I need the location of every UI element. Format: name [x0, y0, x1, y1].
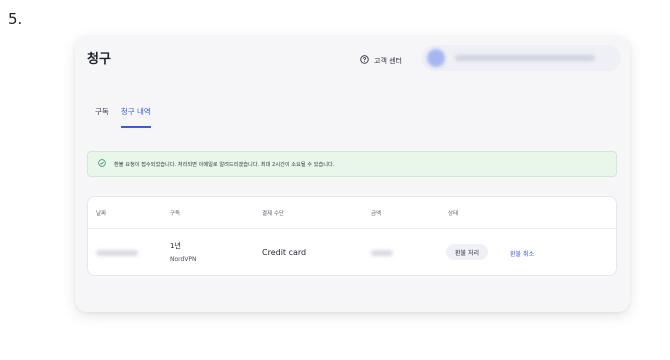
step-number: 5.	[8, 10, 23, 28]
account-menu[interactable]	[421, 45, 621, 71]
date-redacted	[96, 250, 138, 256]
check-circle-icon	[98, 159, 106, 169]
cancel-refund-link[interactable]: 환불 취소	[510, 249, 534, 258]
billing-table: 날짜 구독 결제 수단 금액 상태 1년 NordVPN Credit card…	[87, 196, 617, 276]
tab-subscription[interactable]: 구독	[95, 106, 109, 128]
avatar	[427, 49, 445, 67]
column-amount: 금액	[371, 211, 382, 217]
column-subscription: 구독	[170, 211, 181, 217]
refund-success-alert: 환불 요청이 접수되었습니다. 처리되면 이메일로 알려드리겠습니다. 최대 2…	[87, 151, 617, 177]
subscription-plan: NordVPN	[170, 256, 197, 263]
table-header: 날짜 구독 결제 수단 금액 상태	[88, 197, 616, 229]
table-row: 1년 NordVPN Credit card 환불 처리 환불 취소	[88, 229, 616, 277]
account-email-redacted	[455, 55, 595, 61]
status-badge: 환불 처리	[446, 244, 488, 260]
column-payment-method: 결제 수단	[262, 211, 284, 217]
tab-bar: 구독 청구 내역	[95, 106, 151, 128]
help-icon	[360, 55, 369, 66]
subscription-term: 1년	[170, 242, 181, 250]
column-status: 상태	[448, 211, 459, 217]
alert-message: 환불 요청이 접수되었습니다. 처리되면 이메일로 알려드리겠습니다. 최대 2…	[114, 161, 335, 168]
support-center-label: 고객 센터	[374, 56, 402, 65]
amount-redacted	[371, 250, 393, 256]
billing-panel: 청구 고객 센터 구독 청구 내역 환불 요청이 접수되었습니다. 처리되면 이…	[75, 36, 630, 312]
support-center-link[interactable]: 고객 센터	[360, 55, 402, 66]
column-date: 날짜	[96, 211, 107, 217]
tab-billing-history[interactable]: 청구 내역	[120, 106, 151, 128]
payment-method: Credit card	[262, 248, 307, 257]
page-title: 청구	[87, 52, 111, 67]
